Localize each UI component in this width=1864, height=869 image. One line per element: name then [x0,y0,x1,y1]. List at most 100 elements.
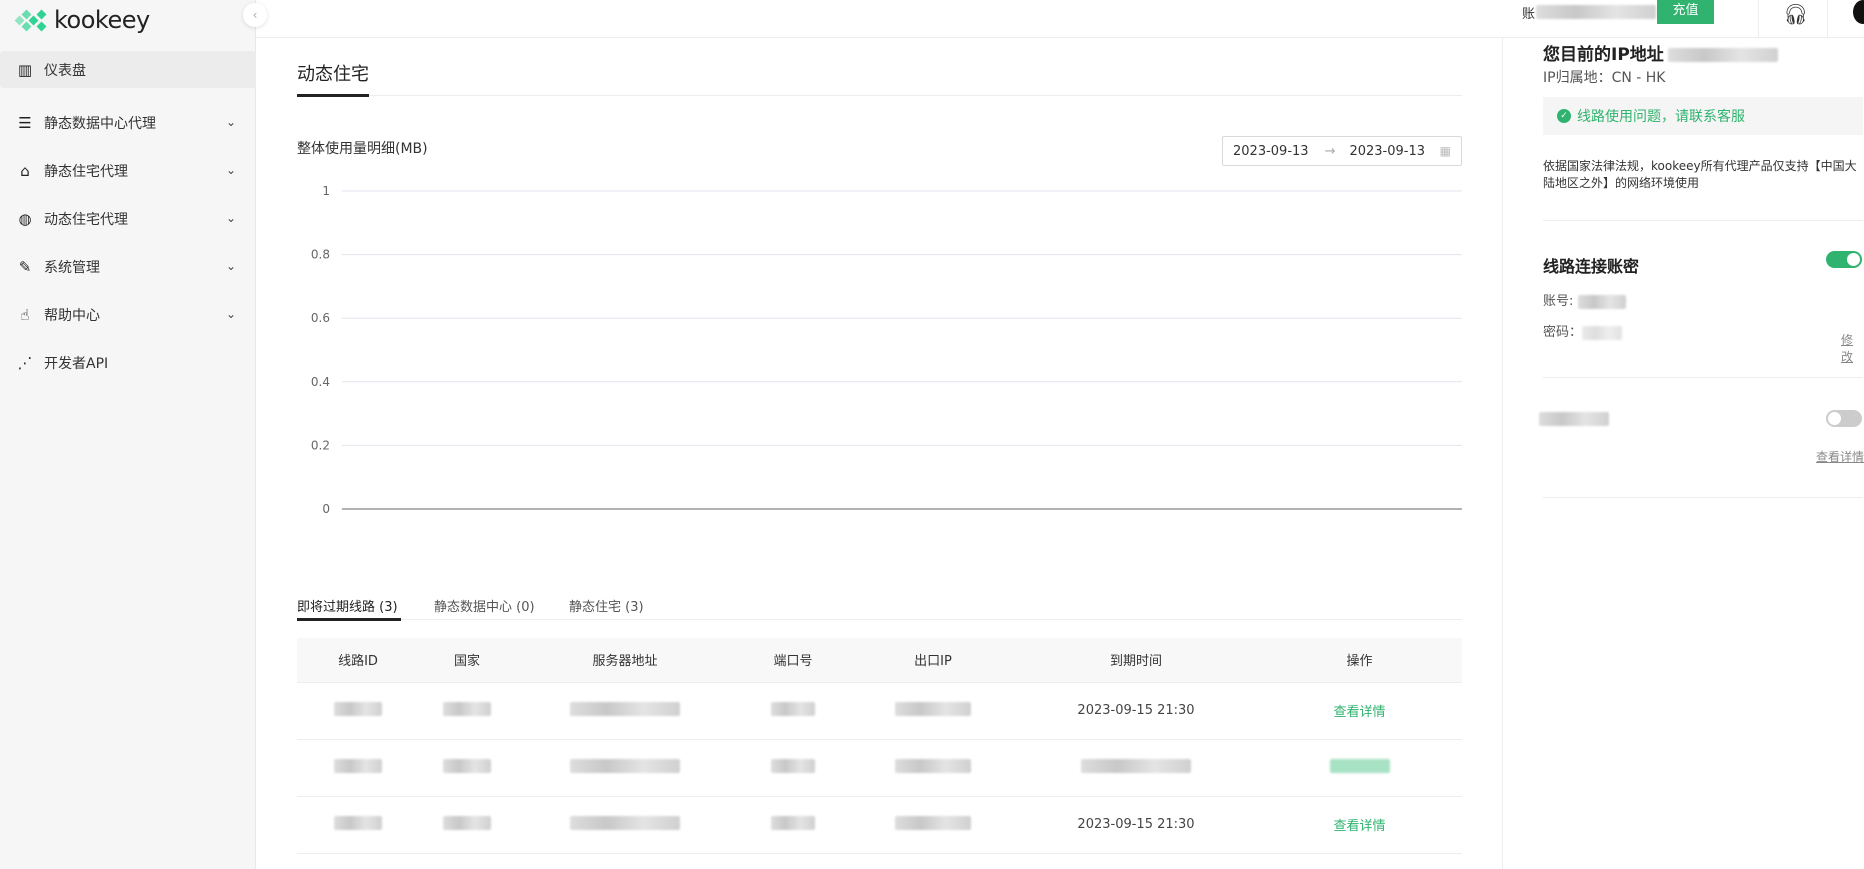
y-tick-label: 0 [322,502,330,516]
credentials-title: 线路连接账密 [1543,257,1640,276]
logo-mark-icon [14,9,50,32]
chart-title: 整体使用量明细(MB) [297,141,428,157]
password-label: 密码： [1543,325,1583,340]
hand-pointer-icon: ☝ [20,306,30,324]
account-row: 账号: [1543,290,1626,309]
blurred-value [771,815,815,830]
blurred-value [334,701,382,716]
col-exit-ip: 出口IP [851,638,1015,683]
feature-toggle[interactable] [1826,410,1862,427]
date-end[interactable]: 2023-09-13 [1349,144,1425,159]
kookeey-logo[interactable]: kookeey [14,6,150,34]
col-country: 国家 [419,638,515,683]
chevron-down-icon: ⌄ [225,115,236,129]
active-tab-indicator [297,618,401,621]
view-details-link[interactable]: 查看详情 [1816,448,1864,465]
y-tick-label: 0.4 [311,375,330,389]
table-cell [735,682,851,740]
table-cell [851,796,1015,854]
ip-title-text: 您目前的IP地址 [1543,45,1664,65]
tab-expiring-lines[interactable]: 即将过期线路 (3) [297,596,398,615]
blurred-value [334,758,382,773]
table-cell [297,739,419,797]
support-notice[interactable]: ✓ 线路使用问题，请联系客服 [1543,97,1863,135]
table-header: 线路ID 国家 服务器地址 端口号 出口IP 到期时间 操作 [297,638,1462,683]
dashboard-chart-icon: ▥ [17,60,33,79]
recharge-button[interactable]: 充值 [1657,0,1714,24]
credentials-toggle[interactable] [1826,251,1862,268]
blurred-value [334,815,382,830]
tab-static-datacenter[interactable]: 静态数据中心 (0) [434,596,535,615]
sidebar-item-system[interactable]: ✎ 系统管理 ⌄ [0,243,256,291]
table-cell [735,739,851,797]
table-cell [851,682,1015,740]
divider [1543,377,1863,378]
table-cell [515,796,735,854]
y-tick-label: 0.8 [311,248,330,262]
notice-text: 线路使用问题，请联系客服 [1577,109,1745,125]
password-value [1582,325,1623,340]
right-panel: 您目前的IP地址 IP归属地：CN - HK ✓ 线路使用问题，请联系客服 依据国… [1502,38,1864,869]
table-cell: 2023-09-15 21:30 [1015,796,1257,854]
blurred-value [443,701,491,716]
sidebar-item-dashboard[interactable]: ▥ 仪表盘 [0,51,256,88]
sidebar-item-api[interactable]: ⋰ 开发者API [0,339,256,387]
date-start[interactable]: 2023-09-13 [1233,144,1309,159]
avatar[interactable] [1853,0,1864,24]
home-icon: ⌂ [20,162,30,180]
chevron-down-icon: ⌄ [225,211,236,225]
calendar-icon: ▦ [1439,144,1451,158]
check-circle-icon: ✓ [1557,109,1571,123]
balance-label: 账 [1522,7,1536,22]
password-row: 密码： [1543,321,1623,340]
divider [1827,0,1828,38]
sidebar-item-static-datacenter[interactable]: ☰ 静态数据中心代理 ⌄ [0,99,256,147]
col-server: 服务器地址 [515,638,735,683]
edit-icon: ✎ [18,258,32,276]
col-line-id: 线路ID [297,638,419,683]
chevron-down-icon: ⌄ [225,307,236,321]
tab-static-residential[interactable]: 静态住宅 (3) [569,596,644,615]
headphones-support-icon[interactable]: 🎧︎ [1783,2,1808,26]
usage-chart: 1 0.8 0.6 0.4 0.2 0 [311,184,1462,516]
sidebar-item-dynamic-residential[interactable]: ◍ 动态住宅代理 ⌄ [0,195,256,243]
blurred-value [570,815,680,830]
sidebar-item-label: 动态住宅代理 [44,212,128,228]
table-cell [515,682,735,740]
share-nodes-icon: ⋰ [17,354,33,372]
blurred-value [570,701,680,716]
sidebar-item-label: 帮助中心 [44,308,100,324]
top-bar: 账 充值 🎧︎ [256,0,1864,38]
divider [1758,0,1759,38]
table-cell [419,796,515,854]
view-details-link[interactable]: 查看详情 [1333,705,1385,720]
blurred-value [771,701,815,716]
date-range-picker[interactable]: 2023-09-13 → 2023-09-13 ▦ [1222,136,1462,166]
sidebar-item-static-residential[interactable]: ⌂ 静态住宅代理 ⌄ [0,147,256,195]
view-details-link[interactable]: 查看详情 [1333,819,1385,834]
sidebar-nav: ▥ 仪表盘 ☰ 静态数据中心代理 ⌄ ⌂ 静态住宅代理 ⌄ ◍ 动态住宅代理 ⌄ ✎ 系统管理 ⌄… [0,51,256,387]
ip-address-title: 您目前的IP地址 [1543,40,1778,65]
chevron-down-icon: ⌄ [225,259,236,273]
col-expiry: 到期时间 [1015,638,1257,683]
collapse-sidebar-button[interactable]: ‹ [243,3,267,27]
sidebar-item-label: 开发者API [44,356,109,372]
edit-credentials-link[interactable]: 修改 [1841,331,1864,365]
tab-dynamic-residential[interactable]: 动态住宅 [297,60,369,86]
sidebar-item-label: 静态数据中心代理 [44,116,156,132]
active-tab-indicator [297,94,369,97]
blurred-value [895,815,971,830]
sidebar-item-help[interactable]: ☝ 帮助中心 ⌄ [0,291,256,339]
table-cell [297,796,419,854]
table-cell: 查看详情 [1257,796,1462,854]
view-details-link[interactable] [1329,758,1390,773]
table-cell [515,739,735,797]
globe-icon: ◍ [18,210,32,228]
table-row: 2023-09-15 21:30 查看详情 [297,796,1462,854]
col-port: 端口号 [735,638,851,683]
table-cell [735,796,851,854]
expiring-lines-table: 线路ID 国家 服务器地址 端口号 出口IP 到期时间 操作 2023-09-1… [297,638,1462,854]
y-tick-label: 1 [322,184,330,198]
expiry-time: 2023-09-15 21:30 [1077,817,1195,832]
feature-label [1539,412,1609,426]
